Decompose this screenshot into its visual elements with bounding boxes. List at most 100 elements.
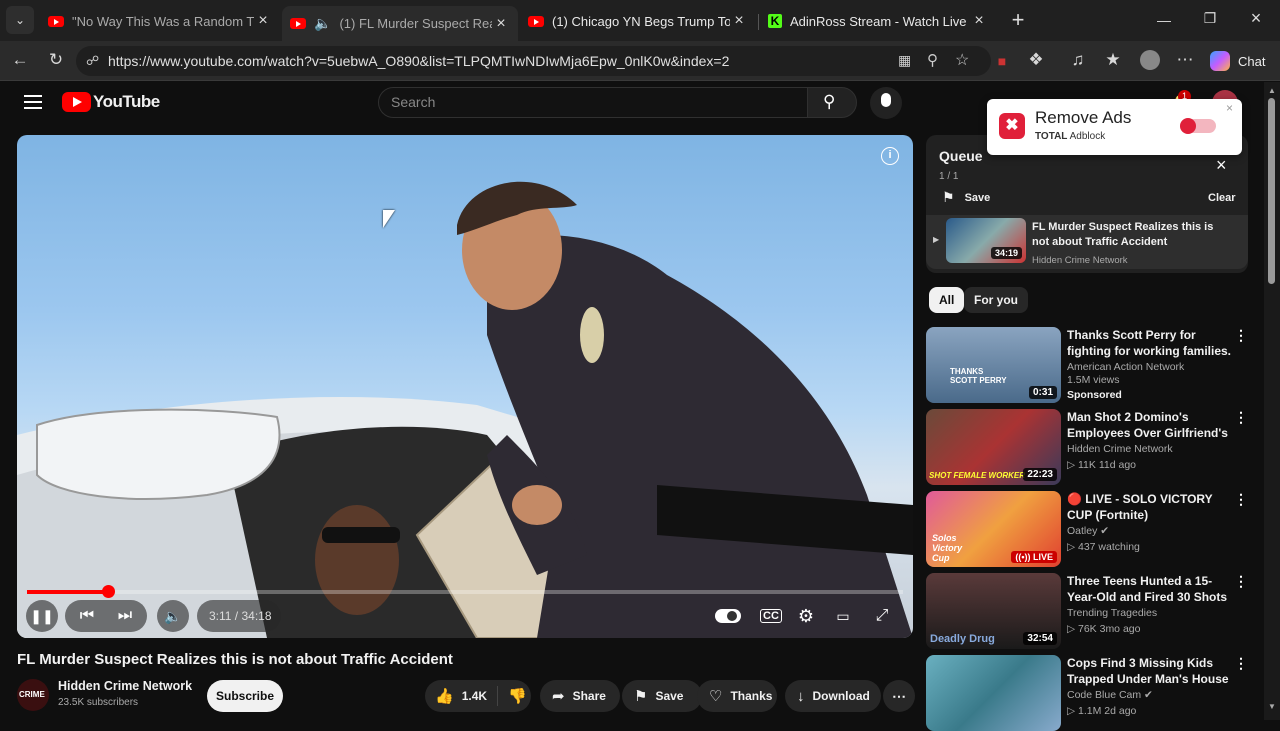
sponsored-label: Sponsored xyxy=(1067,389,1122,401)
video-player[interactable]: i ❚❚ ⏮ ⏭ 🔈 3:11 / 34:18 CC ⚙ ▭ ⤢ xyxy=(17,135,913,638)
favorites-icon[interactable]: ★ xyxy=(1101,50,1125,70)
youtube-favicon-icon xyxy=(48,15,64,27)
site-info-icon[interactable]: ☍ xyxy=(86,53,99,69)
chat-label: Chat xyxy=(1238,53,1266,69)
queue-save-label: Save xyxy=(964,191,991,204)
captions-icon[interactable]: CC xyxy=(757,600,785,632)
download-button[interactable]: ↓ Download xyxy=(785,680,881,712)
volume-button-pill[interactable]: 🔈 xyxy=(157,600,189,632)
share-label: Share xyxy=(572,689,606,703)
browser-tab-4[interactable]: K AdinRoss Stream - Watch Live on K × xyxy=(760,6,996,36)
close-popup-icon[interactable]: × xyxy=(1226,101,1233,115)
channel-name-text: Code Blue Cam xyxy=(1067,689,1142,701)
channel-avatar[interactable]: CRIME xyxy=(17,679,49,711)
close-window-icon[interactable]: × xyxy=(1244,8,1268,32)
thumbnail-text: THANKS SCOTT PERRY xyxy=(950,367,1007,385)
voice-search-button[interactable] xyxy=(870,87,902,119)
queue-panel: Queue 1 / 1 × ⚑ Save Clear ▶ 34:19 FL Mu… xyxy=(926,135,1248,273)
video-title: Three Teens Hunted a 15-Year-Old and Fir… xyxy=(1067,574,1228,604)
more-options-icon[interactable]: ⋮ xyxy=(1234,655,1248,672)
save-label: Save xyxy=(655,689,684,703)
scrollbar-thumb[interactable] xyxy=(1268,98,1275,284)
next-icon[interactable]: ⏭ xyxy=(111,600,139,632)
youtube-favicon-icon xyxy=(528,15,544,27)
search-button[interactable]: ⚲ xyxy=(807,87,857,118)
save-button[interactable]: ⚑ Save xyxy=(622,680,702,712)
media-control-icon[interactable]: ♫ xyxy=(1066,50,1090,70)
channel-name[interactable]: Hidden Crime Network xyxy=(58,679,192,693)
remove-ads-toggle[interactable] xyxy=(1180,118,1216,134)
search-input[interactable] xyxy=(391,94,791,110)
back-icon[interactable]: ← xyxy=(8,50,32,70)
restore-icon[interactable]: ❐ xyxy=(1198,10,1222,30)
more-options-icon[interactable]: ⋮ xyxy=(1234,409,1248,426)
autoplay-toggle[interactable] xyxy=(715,609,741,623)
profile-avatar[interactable] xyxy=(1140,50,1160,70)
queue-save-button[interactable]: ⚑ Save xyxy=(942,189,990,206)
dislike-button[interactable]: 👎 xyxy=(498,687,537,705)
video-meta-text: 437 watching xyxy=(1078,541,1140,553)
pause-button-pill[interactable]: ❚❚ xyxy=(26,600,58,632)
close-tab-icon[interactable]: × xyxy=(254,12,272,30)
more-options-icon[interactable]: ⋮ xyxy=(1234,491,1248,508)
more-menu-icon[interactable]: ⋯ xyxy=(1173,50,1197,70)
close-tab-icon[interactable]: × xyxy=(970,12,988,30)
thanks-button[interactable]: ♡ Thanks xyxy=(697,680,777,712)
minimize-icon[interactable]: — xyxy=(1152,12,1176,28)
speaker-icon[interactable]: 🔈 xyxy=(314,15,331,32)
progress-bar[interactable] xyxy=(27,585,903,598)
list-item[interactable]: THANKS SCOTT PERRY 0:31 Thanks Scott Per… xyxy=(926,327,1251,403)
browser-tab-1[interactable]: "No Way This Was a Random Traffi × xyxy=(40,6,280,36)
filter-chip-for-you[interactable]: For you xyxy=(964,287,1028,313)
scrollbar-down-arrow-icon[interactable]: ▼ xyxy=(1268,702,1276,711)
tab-actions-menu-icon[interactable]: ⌄ xyxy=(6,6,34,34)
hamburger-menu-icon[interactable] xyxy=(24,92,42,110)
search-box[interactable] xyxy=(378,87,808,118)
like-button[interactable]: 👍 1.4K xyxy=(425,686,499,706)
more-options-icon[interactable]: ⋮ xyxy=(1234,327,1248,344)
time-display: 3:11 / 34:18 xyxy=(209,609,272,623)
previous-icon[interactable]: ⏮ xyxy=(73,600,101,632)
close-tab-icon[interactable]: × xyxy=(730,12,748,30)
browser-tab-3[interactable]: (1) Chicago YN Begs Trump To Let × xyxy=(520,6,756,36)
queue-item[interactable]: ▶ 34:19 FL Murder Suspect Realizes this … xyxy=(926,215,1248,269)
info-icon[interactable]: i xyxy=(881,147,899,165)
zoom-icon[interactable]: ⚲ xyxy=(927,51,938,69)
extension-adblock-icon[interactable]: ■ xyxy=(990,51,1014,71)
like-count: 1.4K xyxy=(461,689,488,703)
subscribe-button[interactable]: Subscribe xyxy=(207,680,283,712)
app-available-icon[interactable]: ▦ xyxy=(898,52,911,69)
refresh-icon[interactable]: ↻ xyxy=(44,50,68,70)
page-scrollbar[interactable]: ▲ ▼ xyxy=(1264,82,1280,720)
tab-separator xyxy=(758,14,759,30)
filter-chip-all[interactable]: All xyxy=(929,287,965,313)
favorite-star-icon[interactable]: ☆ xyxy=(955,50,969,70)
browser-tab-2-active[interactable]: 🔈 (1) FL Murder Suspect Realize × xyxy=(282,6,518,41)
scrollbar-up-arrow-icon[interactable]: ▲ xyxy=(1268,86,1276,95)
list-item[interactable]: Deadly Drug 32:54 Three Teens Hunted a 1… xyxy=(926,573,1251,649)
fullscreen-icon[interactable]: ⤢ xyxy=(868,600,896,632)
close-queue-icon[interactable]: × xyxy=(1216,155,1227,176)
more-options-icon[interactable]: ⋮ xyxy=(1234,573,1248,590)
theater-mode-icon[interactable]: ▭ xyxy=(829,600,857,632)
url-text[interactable]: https://www.youtube.com/watch?v=5uebwA_O… xyxy=(108,53,729,69)
channel-name: Hidden Crime Network xyxy=(1067,443,1173,455)
share-button[interactable]: ➦ Share xyxy=(540,680,620,712)
adblock-title: Remove Ads xyxy=(1035,108,1132,127)
copilot-chat-button[interactable]: Chat xyxy=(1206,46,1274,76)
queue-clear-button[interactable]: Clear xyxy=(1208,192,1236,204)
list-item[interactable]: Solos Victory Cup ((•)) LIVE 🔴 LIVE - SO… xyxy=(926,491,1251,567)
video-thumbnail: SHOT FEMALE WORKER 22:23 xyxy=(926,409,1061,485)
extensions-icon[interactable]: ❖ xyxy=(1024,50,1048,70)
youtube-logo[interactable]: YouTube xyxy=(62,92,160,112)
settings-gear-icon[interactable]: ⚙ xyxy=(792,600,820,632)
address-bar[interactable]: ☍ https://www.youtube.com/watch?v=5uebwA… xyxy=(76,46,991,76)
adblock-brand: TOTAL Adblock xyxy=(1035,131,1105,142)
video-title: Cops Find 3 Missing Kids Trapped Under M… xyxy=(1067,656,1229,686)
new-tab-icon[interactable]: + xyxy=(1006,8,1030,32)
list-item[interactable]: SHOT FEMALE WORKER 22:23 Man Shot 2 Domi… xyxy=(926,409,1251,485)
close-tab-icon[interactable]: × xyxy=(492,15,510,33)
more-actions-button[interactable]: ⋯ xyxy=(883,680,915,712)
pause-icon: ❚❚ xyxy=(30,608,54,624)
queue-title: Queue xyxy=(939,148,983,164)
